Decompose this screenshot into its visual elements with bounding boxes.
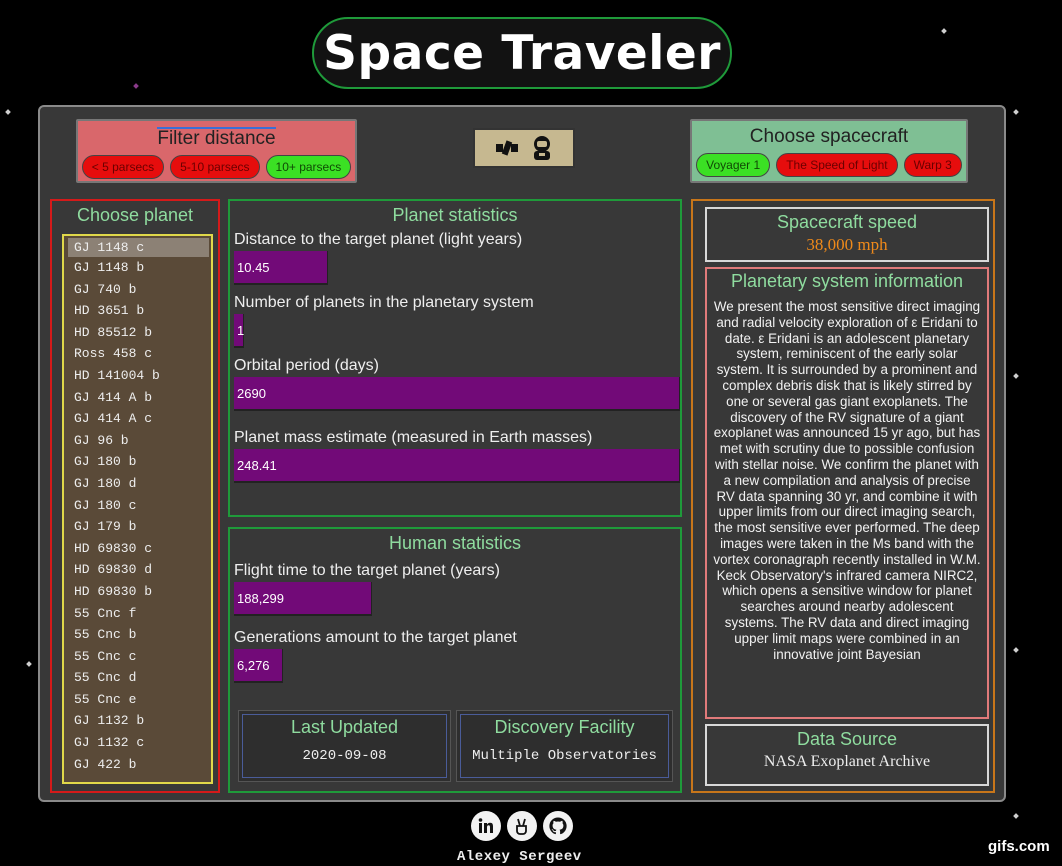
planet-item[interactable]: 55 Cnc f: [64, 603, 211, 625]
right-panel: Spacecraft speed 38,000 mph Planetary sy…: [691, 199, 995, 793]
spacecraft-speed-value: 38,000 mph: [806, 235, 888, 254]
planet-item[interactable]: 55 Cnc d: [64, 667, 211, 689]
stat-label-distance: Distance to the target planet (light yea…: [234, 231, 523, 248]
stat-value-generations: 6,276: [237, 658, 270, 673]
choose-spacecraft-heading: Choose spacecraft: [749, 126, 909, 147]
planet-item[interactable]: GJ 179 b: [64, 516, 211, 538]
data-source-value: NASA Exoplanet Archive: [763, 753, 931, 770]
planet-item[interactable]: GJ 1148 b: [64, 257, 211, 279]
planet-item[interactable]: HD 141004 b: [64, 365, 211, 387]
star: [5, 109, 11, 115]
footer-icons: [471, 811, 573, 841]
planet-list[interactable]: GJ 1148 c GJ 1148 b GJ 740 b HD 3651 b H…: [62, 234, 213, 784]
stat-bar-planet-count: 1: [234, 314, 244, 348]
github-icon[interactable]: [543, 811, 573, 841]
stat-bar-planet-mass: 248.41: [234, 449, 680, 483]
planetary-info-text: We present the most sensitive direct ima…: [713, 299, 981, 662]
peace-hand-icon[interactable]: [507, 811, 537, 841]
stat-value-planet-mass: 248.41: [237, 458, 277, 473]
planet-item[interactable]: 55 Cnc e: [64, 689, 211, 711]
planet-item[interactable]: 55 Cnc b: [64, 624, 211, 646]
center-icons: [473, 128, 575, 168]
stat-bar-generations: 6,276: [234, 649, 283, 683]
astronaut-icon: [534, 136, 550, 160]
planet-item[interactable]: GJ 414 A c: [64, 408, 211, 430]
stat-label-generations: Generations amount to the target planet: [234, 629, 517, 646]
filter-5-10-parsecs-button[interactable]: 5-10 parsecs: [170, 155, 260, 179]
planet-item[interactable]: HD 85512 b: [64, 322, 211, 344]
planetary-info-box[interactable]: Planetary system information We present …: [705, 267, 989, 719]
discovery-facility-box: Discovery Facility Multiple Observatorie…: [456, 710, 673, 782]
stat-bar-orbital-period: 2690: [234, 377, 680, 411]
stat-bar-distance: 10.45: [234, 251, 328, 285]
star: [1013, 109, 1019, 115]
planet-item[interactable]: GJ 1132 c: [64, 732, 211, 754]
data-source-box: Data Source NASA Exoplanet Archive: [705, 724, 989, 786]
stat-value-distance: 10.45: [237, 260, 270, 275]
planet-item[interactable]: GJ 180 d: [64, 473, 211, 495]
spacecraft-speed-box: Spacecraft speed 38,000 mph: [705, 207, 989, 262]
planet-item[interactable]: GJ 180 b: [64, 451, 211, 473]
satellite-icon: [496, 140, 518, 156]
planet-item[interactable]: GJ 414 A b: [64, 387, 211, 409]
planetary-info-heading: Planetary system information: [730, 271, 964, 291]
stat-label-flight-time: Flight time to the target planet (years): [234, 562, 500, 579]
planet-statistics-heading: Planet statistics: [392, 205, 518, 225]
spacecraft-speed-heading: Spacecraft speed: [776, 212, 918, 232]
author-name: Alexey Sergeev: [457, 849, 582, 865]
stat-label-planet-mass: Planet mass estimate (measured in Earth …: [234, 429, 593, 446]
planet-item[interactable]: HD 69830 d: [64, 559, 211, 581]
app-title-pill: Space Traveler: [312, 17, 732, 89]
planet-item[interactable]: HD 69830 c: [64, 538, 211, 560]
stat-label-planet-count: Number of planets in the planetary syste…: [234, 294, 534, 311]
linkedin-icon[interactable]: [471, 811, 501, 841]
stat-value-orbital-period: 2690: [237, 386, 266, 401]
star: [941, 28, 947, 34]
planet-item[interactable]: HD 3651 b: [64, 300, 211, 322]
spacecraft-warp3-button[interactable]: Warp 3: [903, 153, 962, 177]
spacecraft-speed-of-light-button[interactable]: The Speed of Light: [776, 153, 898, 177]
choose-planet-heading: Choose planet: [76, 205, 194, 225]
filter-distance: Filter distance < 5 parsecs 5-10 parsecs…: [76, 119, 357, 183]
star: [26, 661, 32, 667]
spacecraft-voyager1-button[interactable]: Voyager 1: [696, 153, 771, 177]
human-statistics-panel: Human statistics Flight time to the targ…: [228, 527, 682, 793]
star: [133, 83, 139, 89]
planet-item[interactable]: GJ 422 b: [64, 754, 211, 776]
planet-item[interactable]: GJ 740 b: [64, 279, 211, 301]
star: [1013, 647, 1019, 653]
last-updated-value: 2020-09-08: [302, 748, 387, 764]
filter-10plus-parsecs-button[interactable]: 10+ parsecs: [265, 155, 352, 179]
stat-value-planet-count: 1: [237, 323, 245, 338]
stat-label-orbital-period: Orbital period (days): [234, 357, 379, 374]
choose-planet-panel: Choose planet GJ 1148 c GJ 1148 b GJ 740…: [50, 199, 220, 793]
planet-item[interactable]: HD 69830 b: [64, 581, 211, 603]
planet-statistics-panel: Planet statistics Distance to the target…: [228, 199, 682, 517]
last-updated-heading: Last Updated: [290, 717, 399, 737]
star: [1013, 813, 1019, 819]
discovery-facility-heading: Discovery Facility: [494, 717, 635, 737]
watermark: gifs.com: [988, 838, 1050, 855]
stat-bar-flight-time: 188,299: [234, 582, 372, 616]
planet-item[interactable]: Ross 458 c: [64, 343, 211, 365]
filter-lt5-parsecs-button[interactable]: < 5 parsecs: [81, 155, 165, 179]
star: [1013, 373, 1019, 379]
planet-item[interactable]: GJ 1132 b: [64, 710, 211, 732]
discovery-facility-value: Multiple Observatories: [472, 748, 657, 764]
human-statistics-heading: Human statistics: [388, 533, 522, 553]
choose-spacecraft: Choose spacecraft Voyager 1 The Speed of…: [690, 119, 968, 183]
last-updated-box: Last Updated 2020-09-08: [238, 710, 451, 782]
filter-distance-heading: Filter distance: [157, 127, 276, 149]
planet-item[interactable]: GJ 180 c: [64, 495, 211, 517]
planet-item[interactable]: 55 Cnc c: [64, 646, 211, 668]
planet-item-selected[interactable]: GJ 1148 c: [68, 238, 209, 257]
data-source-heading: Data Source: [796, 729, 898, 749]
stat-value-flight-time: 188,299: [237, 591, 284, 606]
app-title: Space Traveler: [323, 25, 721, 81]
planet-item[interactable]: GJ 96 b: [64, 430, 211, 452]
